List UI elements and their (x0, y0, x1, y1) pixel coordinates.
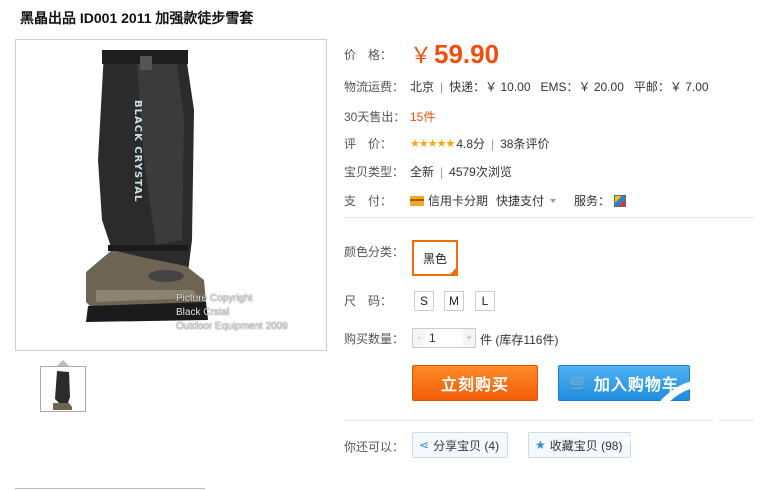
separator: | (491, 136, 495, 151)
payment-label: 支 付： (344, 194, 393, 208)
sales-count: 15件 (410, 110, 436, 124)
thumbnail-image (53, 371, 72, 410)
stock-row: 件 (库存116件) (480, 331, 558, 348)
rating-row: 评 价： ★★★★★ 4.8分 | 38条评价 (344, 135, 549, 152)
stock-text: 件 (库存116件) (480, 333, 559, 347)
social-label-row: 你还可以： (344, 438, 410, 455)
rating-stars: ★★★★★ (410, 138, 455, 150)
service-label: 服务： (574, 194, 611, 208)
image-copyright: Picture Copyright Black Crstal Outdoor E… (176, 292, 288, 334)
shipping-post: 平邮：￥ 7.00 (633, 80, 709, 94)
size-option-m[interactable]: M (444, 291, 464, 311)
quantity-decrement-button[interactable]: - (413, 329, 425, 347)
buy-now-button[interactable]: 立刻购买 (412, 365, 538, 401)
item-views: 4579次浏览 (449, 165, 512, 179)
share-label: 分享宝贝 (4) (433, 438, 500, 453)
service-badge-icon[interactable] (614, 194, 627, 207)
size-label-row: 尺 码： (344, 292, 410, 309)
favorite-button[interactable]: ★ 收藏宝贝 (98) (528, 432, 632, 458)
star-icon: ★ (535, 438, 546, 452)
social-label: 你还可以： (344, 440, 405, 454)
quantity-input[interactable] (425, 329, 463, 347)
quantity-label-row: 购买数量： (344, 330, 410, 347)
copyright-line-2: Black Crstal (176, 307, 230, 318)
color-option-black[interactable]: 黑色 ✓ (412, 240, 458, 276)
copyright-line-1: Picture Copyright (176, 293, 253, 304)
quantity-label: 购买数量： (344, 332, 405, 346)
shipping-label: 物流运费： (344, 80, 405, 94)
payment-row: 支 付： 信用卡分期 快捷支付 服务： (344, 192, 627, 209)
item-type-row: 宝贝类型： 全新 | 4579次浏览 (344, 163, 512, 180)
copyright-line-3: Outdoor Equipment 2009 (176, 321, 288, 332)
gaiter-brand-text: BLACK CRYSTAL (132, 100, 143, 203)
section-divider (344, 217, 754, 218)
share-icon: ⋖ (419, 438, 430, 452)
quantity-increment-button[interactable]: + (463, 329, 475, 347)
shipping-origin: 北京 (410, 80, 435, 94)
divider-line (15, 488, 205, 489)
favorite-label: 收藏宝贝 (98) (549, 438, 623, 453)
color-option-label: 黑色 (422, 251, 447, 266)
section-divider (344, 420, 754, 421)
shipping-row: 物流运费： 北京 | 快递：￥ 10.00 EMS：￥ 20.00 平邮：￥ 7… (344, 78, 709, 95)
rating-label: 评 价： (344, 137, 393, 151)
quick-pay[interactable]: 快捷支付 (496, 192, 544, 209)
separator: | (440, 164, 444, 179)
add-to-cart-button[interactable]: 🛒 加入购物车 (558, 365, 690, 401)
product-title: 黑晶出品 ID001 2011 加强款徒步雪套 (20, 10, 254, 26)
credit-installment[interactable]: 信用卡分期 (428, 192, 488, 209)
cart-icon: 🛒 (569, 375, 590, 392)
sales-row: 30天售出： 15件 (344, 108, 435, 125)
color-label-row: 颜色分类： (344, 243, 410, 260)
rating-reviews[interactable]: 38条评价 (500, 135, 549, 152)
quantity-stepper[interactable]: - + (412, 328, 476, 348)
shipping-express: 快递：￥ 10.00 (449, 80, 531, 94)
product-main-image[interactable]: BLACK CRYSTAL Picture Copyright Black Cr… (15, 39, 327, 351)
size-option-l[interactable]: L (475, 291, 495, 311)
item-condition: 全新 (410, 165, 435, 179)
share-button[interactable]: ⋖ 分享宝贝 (4) (412, 432, 509, 458)
product-thumbnail[interactable] (40, 366, 86, 412)
currency-symbol: ￥ (410, 44, 433, 69)
color-label: 颜色分类： (344, 245, 405, 259)
size-label: 尺 码： (344, 294, 393, 308)
rating-score: 4.8分 (456, 137, 485, 151)
chevron-down-icon[interactable] (550, 198, 557, 203)
check-icon: ✓ (450, 268, 456, 275)
price-label: 价 格： (344, 47, 393, 62)
shipping-ems: EMS：￥ 20.00 (540, 80, 624, 94)
separator: | (440, 79, 444, 94)
size-option-s[interactable]: S (414, 291, 434, 311)
credit-card-icon (410, 195, 424, 206)
price-row: 价 格： ￥ 59.90 (344, 38, 499, 70)
price-value: 59.90 (434, 38, 500, 69)
item-type-label: 宝贝类型： (344, 165, 405, 179)
add-to-cart-label: 加入购物车 (593, 377, 679, 394)
sales-label: 30天售出： (344, 110, 406, 124)
